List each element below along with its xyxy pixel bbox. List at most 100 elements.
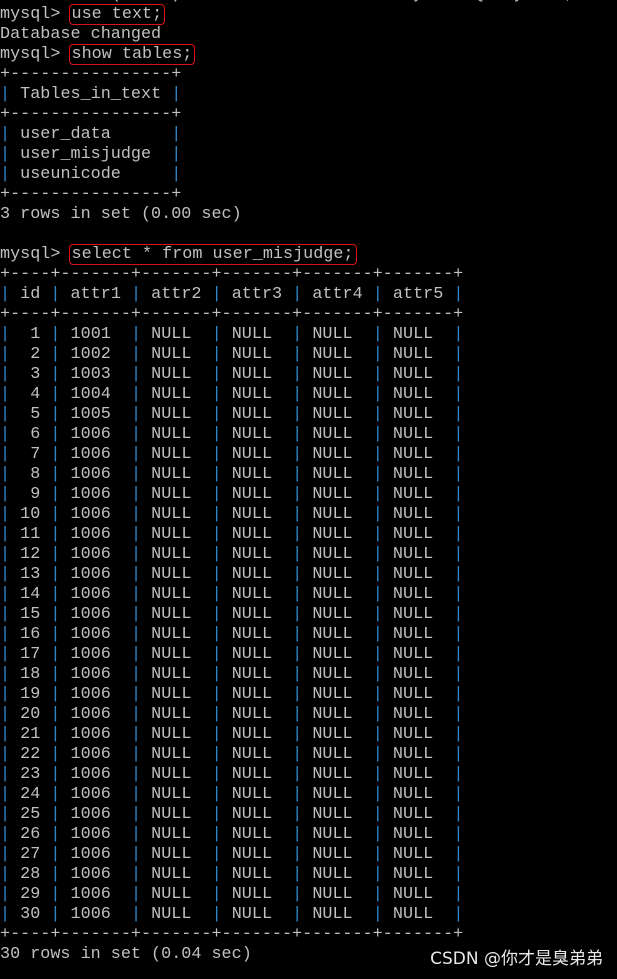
table-cell: NULL (231, 525, 283, 544)
table-cell: NULL (312, 845, 363, 864)
column-header: attr5 (392, 285, 444, 304)
table-cell: NULL (151, 485, 202, 504)
table-cell: NULL (392, 445, 444, 464)
table-row: | 6 | 1006 | NULL | NULL | NULL | NULL | (0, 425, 464, 444)
table-border: +----------------+ (0, 185, 182, 204)
table-row: | 16 | 1006 | NULL | NULL | NULL | NULL … (0, 625, 464, 644)
table-cell: NULL (231, 325, 283, 344)
table-cell: 1006 (70, 805, 121, 824)
table-cell: 1006 (70, 625, 121, 644)
table-cell: NULL (312, 685, 363, 704)
table-cell: NULL (151, 645, 202, 664)
table-cell: NULL (151, 865, 202, 884)
table-cell: 1006 (70, 525, 121, 544)
table-cell: 21 (20, 725, 41, 744)
table-cell: NULL (392, 825, 444, 844)
table-cell: NULL (312, 645, 363, 664)
table-row: | 12 | 1006 | NULL | NULL | NULL | NULL … (0, 545, 464, 564)
table-cell: NULL (231, 665, 283, 684)
table-cell: NULL (392, 505, 444, 524)
table-row: | 10 | 1006 | NULL | NULL | NULL | NULL … (0, 505, 464, 524)
table-cell: 16 (20, 625, 41, 644)
highlighted-command: select * from user_misjudge; (68, 244, 357, 265)
table-cell: NULL (312, 885, 363, 904)
table-row: | 8 | 1006 | NULL | NULL | NULL | NULL | (0, 465, 464, 484)
table-cell: NULL (231, 585, 283, 604)
table-cell: NULL (151, 605, 202, 624)
table-row: | 28 | 1006 | NULL | NULL | NULL | NULL … (0, 865, 464, 884)
table-cell: 1006 (70, 505, 121, 524)
table-cell: NULL (151, 905, 202, 924)
table-row: | 5 | 1005 | NULL | NULL | NULL | NULL | (0, 405, 464, 424)
table-cell: NULL (151, 685, 202, 704)
table-cell: NULL (312, 585, 363, 604)
table-cell: NULL (231, 825, 283, 844)
table-cell: 11 (20, 525, 41, 544)
table-cell: NULL (151, 585, 202, 604)
table-cell: 28 (20, 865, 41, 884)
table-cell: NULL (151, 825, 202, 844)
table-cell: NULL (231, 605, 283, 624)
table-row: | 25 | 1006 | NULL | NULL | NULL | NULL … (0, 805, 464, 824)
table-cell: 23 (20, 765, 41, 784)
table-cell: NULL (312, 505, 363, 524)
table-cell: NULL (392, 585, 444, 604)
table-row: | 22 | 1006 | NULL | NULL | NULL | NULL … (0, 745, 464, 764)
table-cell: 30 (20, 905, 41, 924)
table-cell: 10 (20, 505, 41, 524)
table-cell: NULL (151, 845, 202, 864)
table-cell: 14 (20, 585, 41, 604)
table-cell: NULL (151, 325, 202, 344)
table-cell: NULL (312, 865, 363, 884)
table-cell: NULL (151, 665, 202, 684)
column-header: attr1 (70, 285, 121, 304)
table-cell: 1006 (70, 745, 121, 764)
table-row: | user_data | (0, 125, 182, 144)
table-row: | 11 | 1006 | NULL | NULL | NULL | NULL … (0, 525, 464, 544)
table-cell: NULL (231, 625, 283, 644)
table-cell: NULL (392, 605, 444, 624)
table-cell: NULL (151, 445, 202, 464)
table-cell: 1006 (70, 605, 121, 624)
table-row: | useunicode | (0, 165, 182, 184)
table-cell: NULL (231, 865, 283, 884)
table-cell: NULL (392, 465, 444, 484)
table-border: +----------------+ (0, 105, 182, 124)
table-cell: 2 (20, 345, 41, 364)
table-cell: NULL (151, 465, 202, 484)
table-cell: 20 (20, 705, 41, 724)
table-cell: NULL (392, 685, 444, 704)
table-row: | 20 | 1006 | NULL | NULL | NULL | NULL … (0, 705, 464, 724)
table-cell: NULL (312, 825, 363, 844)
table-cell: 6 (20, 425, 41, 444)
table-cell: NULL (312, 665, 363, 684)
table-cell: NULL (392, 805, 444, 824)
table-row: | 29 | 1006 | NULL | NULL | NULL | NULL … (0, 885, 464, 904)
table-cell: NULL (312, 605, 363, 624)
table-cell: NULL (151, 785, 202, 804)
table-row: | 19 | 1006 | NULL | NULL | NULL | NULL … (0, 685, 464, 704)
table-cell: 9 (20, 485, 41, 504)
table-cell: 1006 (70, 565, 121, 584)
table-cell: NULL (312, 445, 363, 464)
table-cell: NULL (231, 485, 283, 504)
table-cell: 1003 (70, 365, 121, 384)
table-cell: 1006 (70, 825, 121, 844)
table-cell: NULL (151, 805, 202, 824)
table-row: | 3 | 1003 | NULL | NULL | NULL | NULL | (0, 365, 464, 384)
table-cell: NULL (392, 665, 444, 684)
table-cell: NULL (312, 405, 363, 424)
table-cell: NULL (392, 845, 444, 864)
watermark: CSDN @你才是臭弟弟 (430, 949, 603, 969)
table-cell: NULL (312, 545, 363, 564)
column-header: attr3 (231, 285, 283, 304)
table-cell: NULL (151, 425, 202, 444)
table-row: | 30 | 1006 | NULL | NULL | NULL | NULL … (0, 905, 464, 924)
highlighted-command: show tables; (68, 44, 196, 65)
table-cell: NULL (151, 345, 202, 364)
table-cell: NULL (392, 565, 444, 584)
table-cell: NULL (231, 645, 283, 664)
table-cell: NULL (312, 365, 363, 384)
table-cell: 1004 (70, 385, 121, 404)
